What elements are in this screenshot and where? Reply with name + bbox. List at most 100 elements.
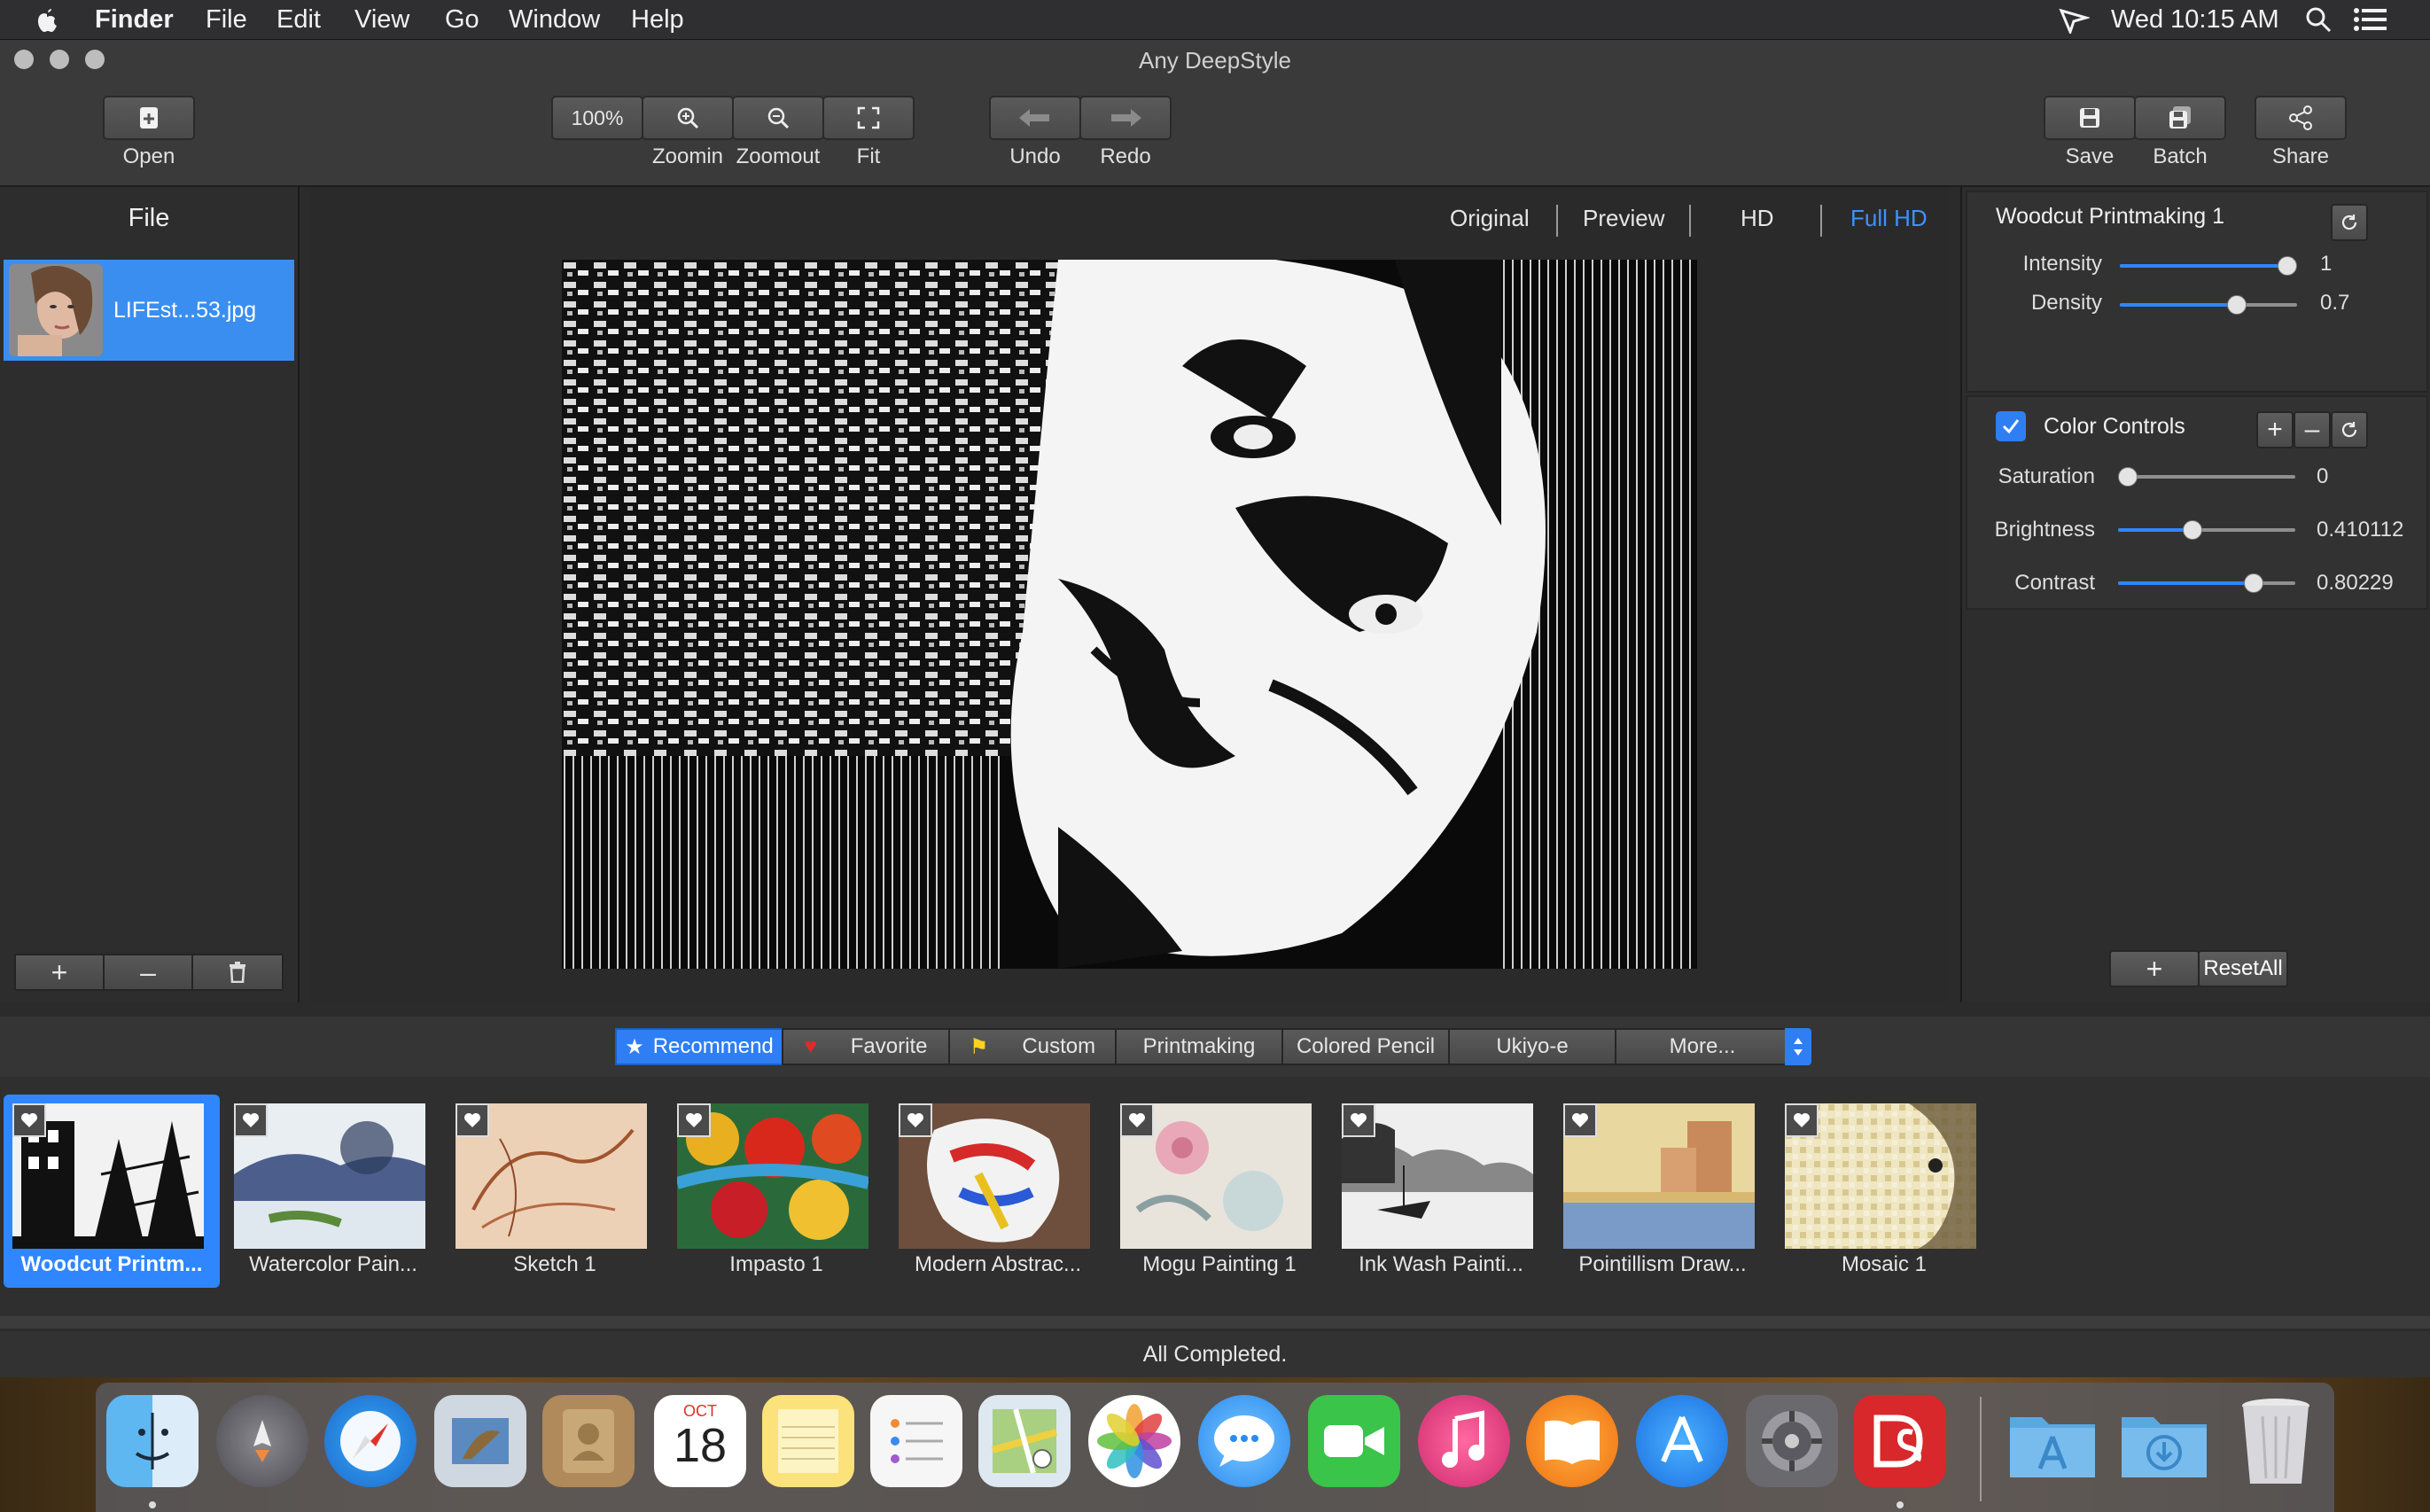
slider-knob[interactable] bbox=[2183, 520, 2202, 540]
undo-button[interactable] bbox=[989, 96, 1081, 140]
remove-file-button[interactable]: – bbox=[103, 954, 193, 991]
app-store-dock-icon[interactable] bbox=[1636, 1395, 1728, 1487]
finder-dock-icon[interactable] bbox=[106, 1395, 199, 1487]
fit-button[interactable] bbox=[822, 96, 915, 140]
intensity-slider[interactable] bbox=[2120, 256, 2297, 276]
remove-color-control-button[interactable]: – bbox=[2294, 411, 2331, 448]
delete-file-button[interactable] bbox=[191, 954, 284, 991]
style-thumb-mogu[interactable]: Mogu Painting 1 bbox=[1111, 1095, 1328, 1288]
contrast-value: 0.80229 bbox=[2317, 571, 2394, 595]
menu-app-finder[interactable]: Finder bbox=[95, 0, 174, 39]
favorite-heart-icon[interactable] bbox=[1120, 1103, 1154, 1137]
reset-color-controls-button[interactable] bbox=[2331, 411, 2368, 448]
gallery-scrollbar[interactable] bbox=[0, 1316, 2430, 1329]
open-button[interactable] bbox=[103, 96, 195, 140]
style-thumb-woodcut[interactable]: Woodcut Printm... bbox=[4, 1095, 220, 1288]
style-thumb-pointillism[interactable]: Pointillism Draw... bbox=[1554, 1095, 1771, 1288]
mail-dock-icon[interactable] bbox=[434, 1395, 526, 1487]
menu-edit[interactable]: Edit bbox=[276, 0, 321, 39]
menu-file[interactable]: File bbox=[206, 0, 247, 39]
launchpad-dock-icon[interactable] bbox=[216, 1395, 308, 1487]
ibooks-dock-icon[interactable] bbox=[1526, 1395, 1618, 1487]
style-thumb-watercolor[interactable]: Watercolor Pain... bbox=[225, 1095, 441, 1288]
zoom-in-icon bbox=[674, 105, 701, 131]
style-thumb-sketch[interactable]: Sketch 1 bbox=[447, 1095, 663, 1288]
music-dock-icon[interactable] bbox=[1418, 1395, 1510, 1487]
slider-knob[interactable] bbox=[2278, 256, 2297, 276]
menubar-clock[interactable]: Wed 10:15 AM bbox=[2111, 0, 2279, 39]
style-thumb-ink-wash[interactable]: Ink Wash Painti... bbox=[1333, 1095, 1549, 1288]
menu-view[interactable]: View bbox=[354, 0, 409, 39]
favorite-heart-icon[interactable] bbox=[1785, 1103, 1819, 1137]
notification-center-icon[interactable] bbox=[2354, 7, 2387, 32]
favorite-heart-icon[interactable] bbox=[12, 1103, 46, 1137]
calendar-dock-icon[interactable]: OCT 18 bbox=[654, 1395, 746, 1487]
tab-colored-pencil[interactable]: Colored Pencil bbox=[1281, 1028, 1450, 1065]
zoomin-label: Zoomin bbox=[651, 144, 724, 168]
style-thumb-modern-abstract[interactable]: Modern Abstrac... bbox=[890, 1095, 1106, 1288]
applications-folder-dock-icon[interactable] bbox=[2006, 1395, 2099, 1487]
downloads-folder-dock-icon[interactable] bbox=[2118, 1395, 2210, 1487]
tab-hd[interactable]: HD bbox=[1741, 187, 1774, 249]
save-button[interactable] bbox=[2044, 96, 2136, 140]
tab-preview[interactable]: Preview bbox=[1583, 187, 1664, 249]
style-thumb-mosaic[interactable]: Mosaic 1 bbox=[1776, 1095, 1992, 1288]
zoomout-button[interactable] bbox=[732, 96, 824, 140]
reset-all-button[interactable]: ResetAll bbox=[2198, 950, 2288, 987]
add-color-control-button[interactable]: + bbox=[2256, 411, 2294, 448]
dropdown-arrows-icon[interactable] bbox=[1785, 1028, 1811, 1065]
menu-go[interactable]: Go bbox=[445, 0, 479, 39]
zoom-level-button[interactable]: 100% bbox=[551, 96, 643, 140]
density-slider[interactable] bbox=[2120, 295, 2297, 315]
zoomin-button[interactable] bbox=[642, 96, 734, 140]
trash-dock-icon[interactable] bbox=[2230, 1395, 2322, 1487]
favorite-heart-icon[interactable] bbox=[899, 1103, 932, 1137]
share-button[interactable] bbox=[2255, 96, 2347, 140]
tab-ukiyoe[interactable]: Ukiyo-e bbox=[1448, 1028, 1616, 1065]
tab-custom[interactable]: ⚑ Custom bbox=[948, 1028, 1117, 1065]
add-file-button[interactable]: + bbox=[14, 954, 105, 991]
saturation-slider[interactable] bbox=[2118, 467, 2295, 487]
batch-button[interactable] bbox=[2134, 96, 2226, 140]
add-effect-button[interactable]: + bbox=[2109, 950, 2200, 987]
tab-separator bbox=[1556, 205, 1558, 237]
reminders-dock-icon[interactable] bbox=[870, 1395, 962, 1487]
safari-dock-icon[interactable] bbox=[324, 1395, 417, 1487]
favorite-heart-icon[interactable] bbox=[1563, 1103, 1597, 1137]
any-deepstyle-dock-icon[interactable] bbox=[1854, 1395, 1946, 1487]
apple-menu-icon[interactable] bbox=[34, 4, 60, 35]
refresh-icon bbox=[2340, 213, 2359, 232]
tab-recommend[interactable]: ★ Recommend bbox=[615, 1028, 783, 1065]
tab-favorite[interactable]: ♥ Favorite bbox=[782, 1028, 950, 1065]
color-controls-checkbox[interactable] bbox=[1996, 411, 2026, 441]
menu-help[interactable]: Help bbox=[631, 0, 684, 39]
styled-photo-canvas[interactable] bbox=[562, 260, 1697, 969]
maps-dock-icon[interactable] bbox=[978, 1395, 1071, 1487]
slider-knob[interactable] bbox=[2118, 467, 2138, 487]
tab-printmaking[interactable]: Printmaking bbox=[1115, 1028, 1283, 1065]
brightness-slider[interactable] bbox=[2118, 520, 2295, 540]
notes-dock-icon[interactable] bbox=[762, 1395, 854, 1487]
photos-dock-icon[interactable] bbox=[1088, 1395, 1180, 1487]
menu-window[interactable]: Window bbox=[509, 0, 600, 39]
favorite-heart-icon[interactable] bbox=[677, 1103, 711, 1137]
contacts-dock-icon[interactable] bbox=[542, 1395, 635, 1487]
favorite-heart-icon[interactable] bbox=[1342, 1103, 1375, 1137]
slider-knob[interactable] bbox=[2244, 573, 2263, 593]
favorite-heart-icon[interactable] bbox=[456, 1103, 489, 1137]
slider-knob[interactable] bbox=[2227, 295, 2247, 315]
style-thumb-impasto[interactable]: Impasto 1 bbox=[668, 1095, 884, 1288]
system-preferences-dock-icon[interactable] bbox=[1746, 1395, 1838, 1487]
spotlight-search-icon[interactable] bbox=[2304, 5, 2333, 34]
reset-style-button[interactable] bbox=[2331, 204, 2368, 241]
contrast-slider[interactable] bbox=[2118, 573, 2295, 593]
more-styles-dropdown[interactable]: More... bbox=[1615, 1028, 1790, 1065]
messages-dock-icon[interactable] bbox=[1198, 1395, 1290, 1487]
favorite-heart-icon[interactable] bbox=[234, 1103, 268, 1137]
running-indicator bbox=[1896, 1501, 1904, 1508]
facetime-dock-icon[interactable] bbox=[1308, 1395, 1400, 1487]
tab-full-hd[interactable]: Full HD bbox=[1850, 187, 1928, 249]
tab-original[interactable]: Original bbox=[1450, 187, 1530, 249]
cast-icon[interactable] bbox=[2058, 5, 2090, 34]
redo-button[interactable] bbox=[1079, 96, 1172, 140]
